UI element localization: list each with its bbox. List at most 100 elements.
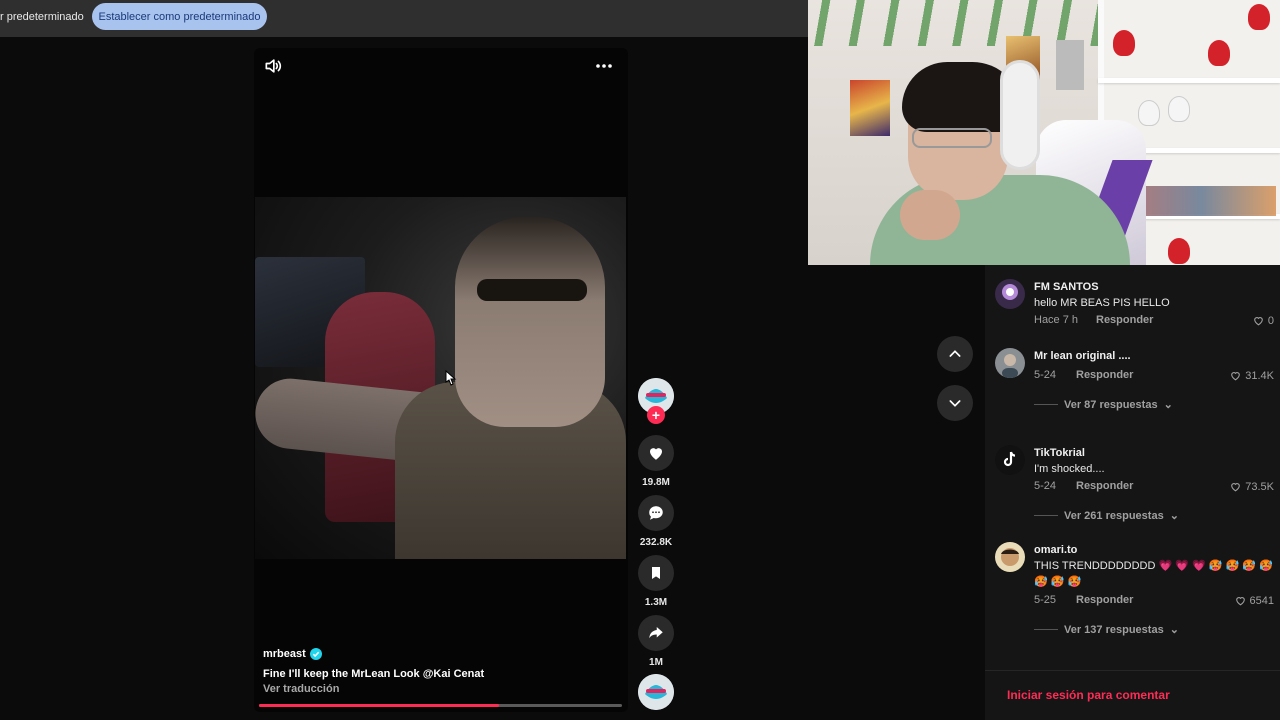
wall-vines bbox=[808, 0, 1098, 46]
replies-divider bbox=[1034, 515, 1058, 516]
comment-like-count: 31.4K bbox=[1245, 369, 1274, 382]
webcam-overlay bbox=[808, 0, 1280, 265]
comment-username[interactable]: TikTokrial bbox=[1034, 447, 1085, 459]
chevron-down-icon bbox=[949, 400, 961, 407]
share-count: 1M bbox=[649, 657, 663, 668]
chevron-down-icon: ⌄ bbox=[1169, 510, 1179, 522]
save-button[interactable] bbox=[638, 555, 674, 591]
wall-poster bbox=[1056, 40, 1084, 90]
replies-divider bbox=[1034, 404, 1058, 405]
shelf-figure bbox=[1168, 96, 1190, 122]
video-progress-bar[interactable] bbox=[259, 704, 622, 707]
comment-count: 232.8K bbox=[639, 537, 673, 548]
translate-link[interactable]: Ver traducción bbox=[263, 683, 339, 695]
heart-outline-icon bbox=[1231, 483, 1241, 492]
comment-login-bar: Iniciar sesión para comentar bbox=[985, 670, 1280, 720]
heart-outline-icon bbox=[1254, 317, 1263, 326]
avatar-image-icon bbox=[995, 279, 1025, 309]
driver-head bbox=[455, 217, 605, 427]
heart-outline-icon bbox=[1235, 597, 1245, 606]
shelf-boxes bbox=[1126, 186, 1276, 216]
sound-logo-icon bbox=[638, 674, 674, 710]
avatar-image-icon bbox=[995, 348, 1025, 378]
bookmark-icon bbox=[652, 567, 660, 579]
banner-text: r predeterminado bbox=[0, 11, 84, 23]
replies-divider bbox=[1034, 629, 1058, 630]
view-replies-label[interactable]: Ver 261 respuestas bbox=[1064, 510, 1164, 522]
comment-text: THIS TRENDDDDDDDD 💗 💗 💗 🥵 🥵 🥵 🥵 🥵 🥵 🥵 bbox=[1034, 560, 1273, 588]
reply-button[interactable]: Responder bbox=[1076, 480, 1133, 492]
follow-plus-icon[interactable]: + bbox=[647, 406, 665, 424]
video-caption: Fine I'll keep the MrLean Look @Kai Cena… bbox=[263, 668, 485, 680]
comment-like-button[interactable]: 0 bbox=[1252, 314, 1274, 327]
view-replies-button[interactable]: Ver 87 respuestas ⌄ bbox=[1034, 398, 1173, 411]
reply-button[interactable]: Responder bbox=[1076, 369, 1133, 381]
streamer-hand bbox=[900, 190, 960, 240]
heart-icon bbox=[650, 448, 662, 460]
view-replies-label[interactable]: Ver 87 respuestas bbox=[1064, 399, 1158, 411]
shelf-figure bbox=[1168, 238, 1190, 264]
comment-username[interactable]: omari.to bbox=[1034, 544, 1077, 556]
comment-like-count: 0 bbox=[1267, 314, 1274, 327]
comment-button[interactable] bbox=[638, 495, 674, 531]
comment-avatar[interactable] bbox=[995, 542, 1025, 572]
video-author[interactable]: mrbeast bbox=[263, 648, 322, 660]
heart-outline-icon bbox=[1231, 372, 1241, 381]
streamer-glasses bbox=[912, 128, 992, 148]
comment-text: I'm shocked.... bbox=[1034, 463, 1105, 475]
like-button[interactable] bbox=[638, 435, 674, 471]
view-replies-button[interactable]: Ver 261 respuestas ⌄ bbox=[1034, 509, 1179, 522]
comment-username[interactable]: FM SANTOS bbox=[1034, 281, 1099, 293]
video-progress-fill bbox=[259, 704, 499, 707]
comment-text: hello MR BEAS PIS HELLO bbox=[1034, 297, 1170, 309]
shelf-figure bbox=[1138, 100, 1160, 126]
comment-time: 5-25 bbox=[1034, 594, 1057, 606]
chevron-up-icon bbox=[949, 350, 961, 357]
comments-panel[interactable]: FM SANTOS hello MR BEAS PIS HELLO Hace 7… bbox=[985, 265, 1280, 720]
previous-video-button[interactable] bbox=[937, 336, 973, 372]
default-browser-banner: r predeterminado Establecer como predete… bbox=[0, 0, 808, 37]
comment-icon bbox=[649, 506, 663, 520]
chevron-down-icon: ⌄ bbox=[1169, 624, 1179, 636]
reply-button[interactable]: Responder bbox=[1076, 594, 1133, 606]
comment-avatar[interactable] bbox=[995, 445, 1025, 475]
comment-like-button[interactable]: 73.5K bbox=[1229, 480, 1274, 493]
view-replies-label[interactable]: Ver 137 respuestas bbox=[1064, 624, 1164, 636]
comment-like-count: 6541 bbox=[1249, 594, 1274, 607]
driver-sunglasses bbox=[477, 279, 587, 301]
like-count: 19.8M bbox=[642, 477, 670, 488]
volume-icon[interactable] bbox=[263, 56, 283, 76]
music-disc[interactable] bbox=[638, 674, 674, 710]
login-to-comment-link[interactable]: Iniciar sesión para comentar bbox=[1007, 688, 1170, 702]
shelf-board bbox=[1098, 78, 1280, 83]
chevron-down-icon: ⌄ bbox=[1163, 399, 1173, 411]
comment-like-button[interactable]: 31.4K bbox=[1229, 369, 1274, 382]
shelf-figure bbox=[1248, 4, 1270, 30]
verified-icon bbox=[309, 648, 322, 660]
tiktok-logo-icon bbox=[995, 445, 1025, 475]
share-icon bbox=[649, 627, 663, 639]
comment-avatar[interactable] bbox=[995, 279, 1025, 309]
next-video-button[interactable] bbox=[937, 385, 973, 421]
share-button[interactable] bbox=[638, 615, 674, 651]
author-name[interactable]: mrbeast bbox=[263, 648, 306, 660]
shelf-figure bbox=[1208, 40, 1230, 66]
reply-button[interactable]: Responder bbox=[1096, 314, 1153, 326]
comment-like-button[interactable]: 6541 bbox=[1234, 594, 1274, 607]
comment-like-count: 73.5K bbox=[1245, 480, 1274, 493]
streamer-headphones bbox=[1000, 60, 1040, 170]
comment-time: 5-24 bbox=[1034, 480, 1057, 492]
shelf-figure bbox=[1113, 30, 1135, 56]
comment-text-line: Mr lean original .... bbox=[1034, 350, 1131, 362]
more-options-icon[interactable] bbox=[594, 60, 614, 72]
avatar-image-icon bbox=[995, 542, 1025, 572]
view-replies-button[interactable]: Ver 137 respuestas ⌄ bbox=[1034, 623, 1179, 636]
comment-time: Hace 7 h bbox=[1034, 314, 1079, 326]
video-frame[interactable] bbox=[255, 197, 626, 559]
mouse-cursor-icon bbox=[445, 370, 457, 386]
wall-poster bbox=[850, 80, 890, 136]
comment-avatar[interactable] bbox=[995, 348, 1025, 378]
save-count: 1.3M bbox=[644, 597, 668, 608]
set-default-button[interactable]: Establecer como predeterminado bbox=[92, 3, 267, 30]
comment-time: 5-24 bbox=[1034, 369, 1057, 381]
